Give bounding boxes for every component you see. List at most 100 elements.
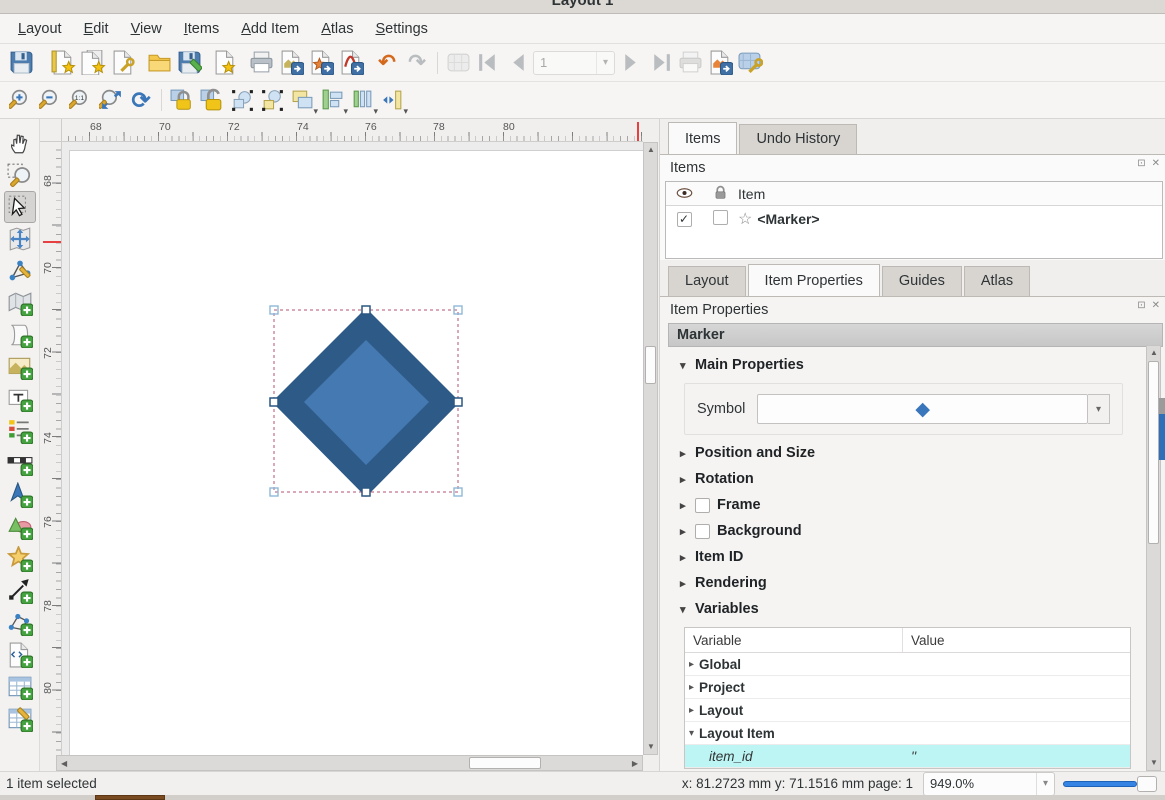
menu-layout[interactable]: Layout [8, 17, 72, 41]
add-html-tool[interactable] [4, 639, 36, 671]
variable-group-layout-item[interactable]: ▾ Layout Item [685, 722, 1130, 745]
scrollbar-thumb[interactable] [469, 757, 541, 769]
new-layout-button[interactable] [48, 48, 78, 78]
add-north-arrow-tool[interactable] [4, 479, 36, 511]
tab-layout[interactable]: Layout [668, 266, 746, 296]
distribute-items-button[interactable]: ▾ [347, 85, 377, 115]
add-scale-bar-tool[interactable] [4, 447, 36, 479]
layout-manager-button[interactable] [108, 48, 138, 78]
lock-checkbox[interactable] [713, 210, 728, 225]
marker-item[interactable] [252, 288, 482, 518]
section-variables[interactable]: ▾ Variables [680, 601, 1147, 617]
next-feature-button[interactable] [615, 48, 645, 78]
zoom-actual-button[interactable]: 1:1 [66, 85, 96, 115]
section-item-id[interactable]: ▸ Item ID [680, 549, 1147, 565]
add-label-tool[interactable] [4, 383, 36, 415]
visibility-checkbox[interactable]: ✓ [677, 212, 692, 227]
resize-items-button[interactable]: ▾ [377, 85, 407, 115]
atlas-page-dropdown-icon[interactable]: ▾ [596, 52, 614, 74]
add-shape-tool[interactable] [4, 511, 36, 543]
export-atlas-button[interactable] [705, 48, 735, 78]
menu-edit[interactable]: Edit [74, 17, 119, 41]
zoom-in-button[interactable] [6, 85, 36, 115]
preview-atlas-button[interactable] [443, 48, 473, 78]
tab-atlas[interactable]: Atlas [964, 266, 1030, 296]
zoom-slider-handle[interactable] [1137, 776, 1157, 792]
variable-group-global[interactable]: ▸ Global [685, 653, 1130, 676]
scroll-down-icon[interactable]: ▼ [647, 743, 655, 751]
zoom-dropdown-icon[interactable]: ▾ [1036, 773, 1054, 795]
menu-add-item[interactable]: Add Item [231, 17, 309, 41]
variable-group-project[interactable]: ▸ Project [685, 676, 1130, 699]
export-svg-button[interactable] [306, 48, 336, 78]
zoom-slider-track[interactable] [1063, 781, 1137, 787]
float-panel-icon[interactable]: ⊡ [1137, 158, 1145, 169]
zoom-level-combo[interactable]: 949.0% ▾ [923, 772, 1055, 796]
tab-item-properties[interactable]: Item Properties [748, 264, 880, 296]
zoom-full-button[interactable] [96, 85, 126, 115]
section-main-properties[interactable]: ▾ Main Properties [680, 357, 1147, 373]
previous-feature-button[interactable] [503, 48, 533, 78]
frame-checkbox[interactable] [695, 498, 710, 513]
add-arrow-tool[interactable] [4, 575, 36, 607]
print-button[interactable] [246, 48, 276, 78]
scrollbar-thumb[interactable] [645, 346, 656, 384]
zoom-out-button[interactable] [36, 85, 66, 115]
scroll-down-icon[interactable]: ▼ [1150, 759, 1158, 767]
save-as-template-button[interactable] [174, 48, 204, 78]
tab-undo-history[interactable]: Undo History [739, 124, 857, 154]
lock-items-button[interactable] [167, 85, 197, 115]
first-feature-button[interactable] [473, 48, 503, 78]
export-pdf-button[interactable] [336, 48, 366, 78]
symbol-dropdown-button[interactable]: ▾ [1088, 394, 1110, 424]
layout-canvas[interactable] [62, 142, 643, 755]
menu-view[interactable]: View [121, 17, 172, 41]
add-items-from-template-button[interactable] [210, 48, 240, 78]
move-item-content-tool[interactable] [4, 223, 36, 255]
unlock-all-button[interactable] [197, 85, 227, 115]
scroll-up-icon[interactable]: ▲ [1150, 349, 1158, 357]
canvas-horizontal-scrollbar[interactable]: ◀ ▶ [56, 755, 643, 771]
add-map-tool[interactable] [4, 287, 36, 319]
section-background[interactable]: ▸ Background [680, 523, 1147, 539]
scroll-up-icon[interactable]: ▲ [647, 146, 655, 154]
save-project-button[interactable] [6, 48, 36, 78]
scrollbar-thumb[interactable] [1148, 361, 1159, 544]
menu-settings[interactable]: Settings [365, 17, 437, 41]
tab-items[interactable]: Items [668, 122, 737, 154]
duplicate-layout-button[interactable] [78, 48, 108, 78]
print-atlas-button[interactable] [675, 48, 705, 78]
edit-nodes-item-tool[interactable] [4, 255, 36, 287]
close-panel-icon[interactable]: ✕ [1152, 158, 1160, 169]
tab-guides[interactable]: Guides [882, 266, 962, 296]
add-node-item-tool[interactable] [4, 607, 36, 639]
undo-button[interactable]: ↶ [372, 48, 402, 78]
raise-items-button[interactable]: ▾ [287, 85, 317, 115]
refresh-button[interactable]: ⟳ [126, 85, 156, 115]
open-template-button[interactable] [144, 48, 174, 78]
add-3d-map-tool[interactable] [4, 319, 36, 351]
float-panel-icon[interactable]: ⊡ [1137, 300, 1145, 311]
add-picture-tool[interactable] [4, 351, 36, 383]
add-fixed-table-tool[interactable] [4, 703, 36, 735]
section-rendering[interactable]: ▸ Rendering [680, 575, 1147, 591]
scroll-left-icon[interactable]: ◀ [61, 760, 67, 768]
close-panel-icon[interactable]: ✕ [1152, 300, 1160, 311]
menu-atlas[interactable]: Atlas [311, 17, 363, 41]
variable-group-layout[interactable]: ▸ Layout [685, 699, 1130, 722]
zoom-slider[interactable] [1063, 776, 1151, 792]
item-row-marker[interactable]: ✓ ☆ <Marker> [666, 206, 1162, 231]
select-move-item-tool[interactable] [4, 191, 36, 223]
variable-row-item-id[interactable]: item_id '' [685, 745, 1130, 768]
atlas-page-combo[interactable]: 1 ▾ [533, 51, 615, 75]
canvas-vertical-scrollbar[interactable]: ▲ ▼ [643, 142, 658, 755]
section-frame[interactable]: ▸ Frame [680, 497, 1147, 513]
zoom-tool[interactable] [4, 159, 36, 191]
last-feature-button[interactable] [645, 48, 675, 78]
section-rotation[interactable]: ▸ Rotation [680, 471, 1147, 487]
section-position-and-size[interactable]: ▸ Position and Size [680, 445, 1147, 461]
ungroup-items-button[interactable] [257, 85, 287, 115]
add-attribute-table-tool[interactable] [4, 671, 36, 703]
group-items-button[interactable] [227, 85, 257, 115]
pan-tool[interactable] [4, 127, 36, 159]
